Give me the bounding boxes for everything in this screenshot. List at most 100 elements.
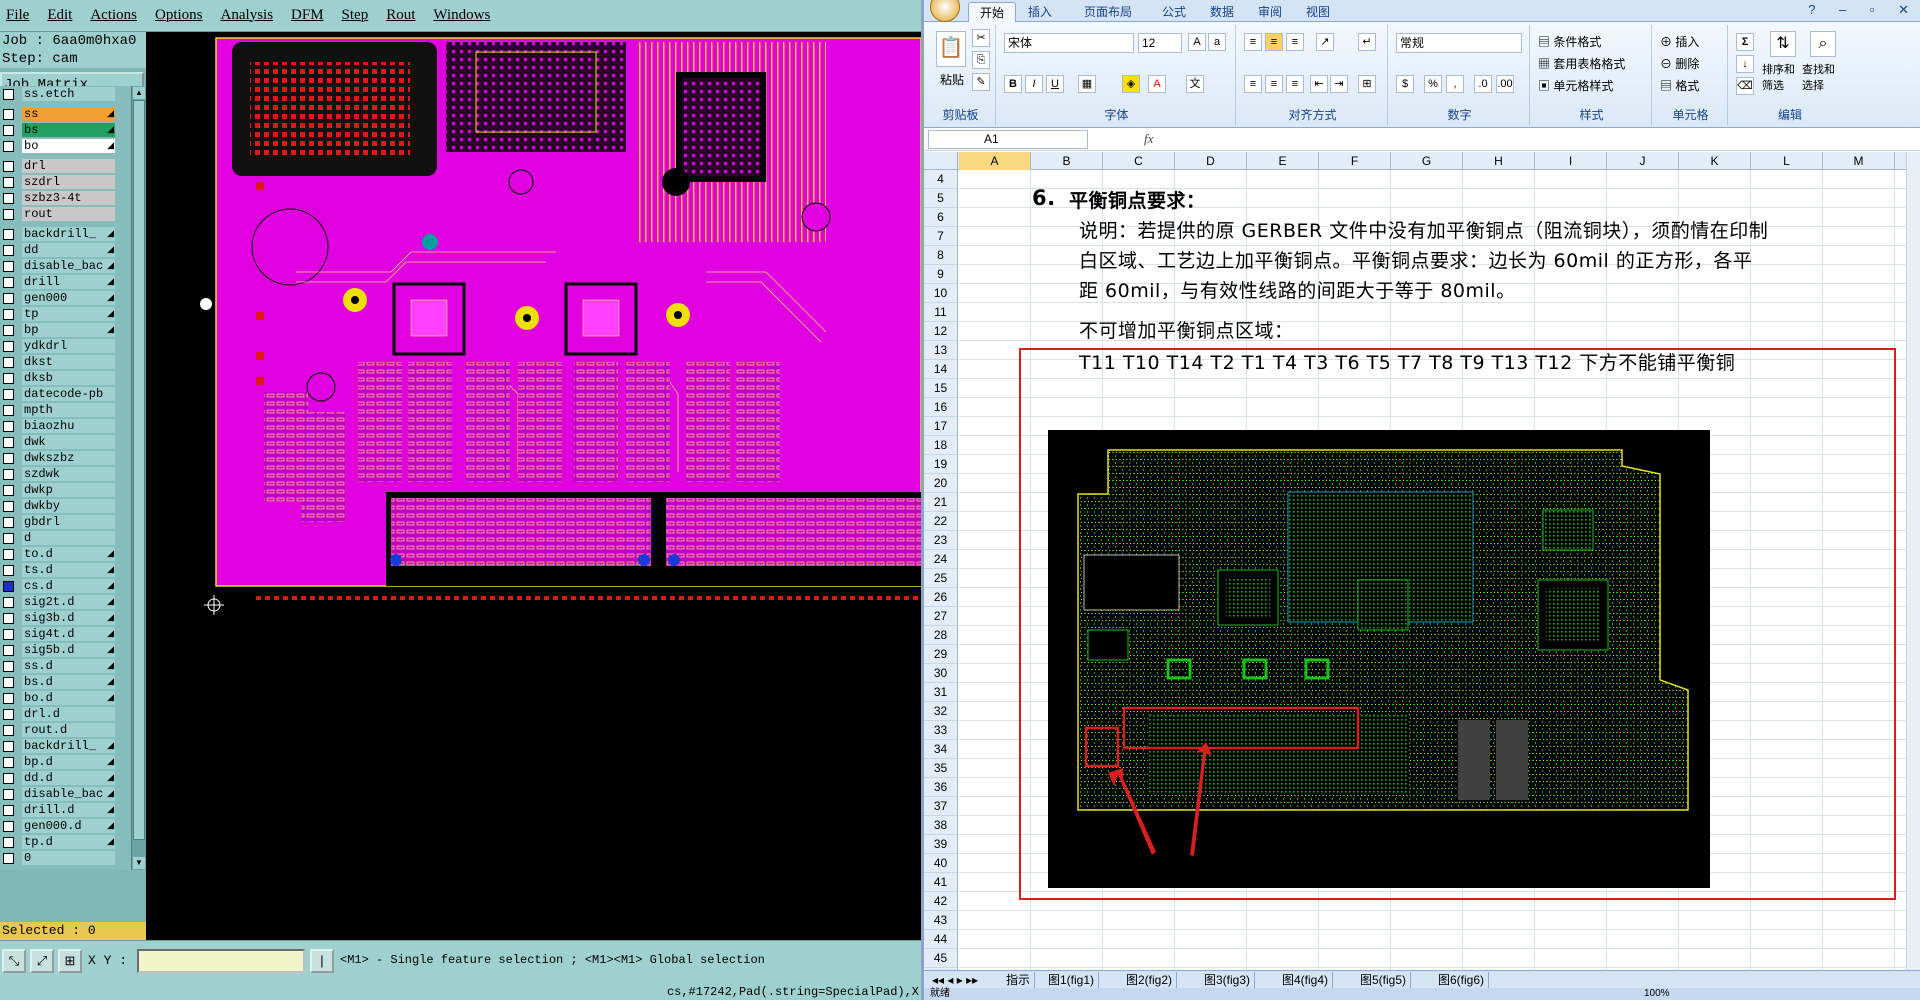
layer-row[interactable]: ss.d ◢ xyxy=(0,658,131,674)
layer-name[interactable]: mpth xyxy=(22,403,115,417)
align-left-icon[interactable]: ≡ xyxy=(1244,75,1262,93)
column-header[interactable]: E xyxy=(1247,152,1319,170)
row-header[interactable]: 4 xyxy=(924,170,957,189)
ribbon-tab[interactable]: 审阅 xyxy=(1250,2,1290,22)
row-header[interactable]: 37 xyxy=(924,797,957,816)
ribbon-tab[interactable]: 页面布局 xyxy=(1072,2,1144,22)
find-select-button[interactable]: 查找和选择 xyxy=(1802,61,1842,93)
row-header[interactable]: 43 xyxy=(924,911,957,930)
menu-item-edit[interactable]: Edit xyxy=(47,7,72,24)
layer-row[interactable]: disable_bac ◢ xyxy=(0,258,131,274)
sheet-tab[interactable]: 图1(fig1) xyxy=(1044,972,1100,988)
row-header[interactable]: 22 xyxy=(924,512,957,531)
layer-name[interactable]: ss xyxy=(22,107,115,121)
layer-row[interactable]: drl.d xyxy=(0,706,131,722)
layer-checkbox[interactable] xyxy=(3,756,14,768)
layer-checkbox[interactable] xyxy=(3,612,14,624)
underline-icon[interactable]: U xyxy=(1046,75,1064,93)
layer-checkbox[interactable] xyxy=(3,548,14,560)
format-as-table-button[interactable]: ▦ 套用表格格式 xyxy=(1538,55,1625,72)
ribbon-tab[interactable]: 插入 xyxy=(1020,2,1060,22)
font-size-select[interactable]: 12 xyxy=(1138,33,1182,53)
sheet-tab[interactable]: 图3(fig3) xyxy=(1200,972,1256,988)
menu-item-rout[interactable]: Rout xyxy=(386,7,415,24)
layer-checkbox[interactable] xyxy=(3,564,14,576)
layer-name[interactable]: datecode-pb xyxy=(22,387,115,401)
layer-checkbox[interactable] xyxy=(3,276,14,288)
row-header[interactable]: 42 xyxy=(924,892,957,911)
vertical-scrollbar[interactable] xyxy=(1906,152,1920,970)
format-painter-icon[interactable]: ✎ xyxy=(972,73,990,91)
italic-icon[interactable]: I xyxy=(1025,75,1043,93)
layer-row[interactable]: drl xyxy=(0,158,131,174)
row-header[interactable]: 34 xyxy=(924,740,957,759)
layer-row[interactable]: disable_bac ◢ xyxy=(0,786,131,802)
row-header[interactable]: 16 xyxy=(924,398,957,417)
find-select-icon[interactable]: ⌕ xyxy=(1810,31,1836,57)
layer-checkbox[interactable] xyxy=(3,772,14,784)
column-header[interactable]: M xyxy=(1823,152,1895,170)
layer-checkbox[interactable] xyxy=(3,404,14,416)
pcb-canvas[interactable] xyxy=(146,32,921,940)
number-format-select[interactable]: 常规 xyxy=(1396,33,1522,53)
layer-row[interactable]: datecode-pb xyxy=(0,386,131,402)
fill-color-icon[interactable]: ◈ xyxy=(1122,75,1140,93)
font-color-icon[interactable]: A xyxy=(1148,75,1166,93)
layer-checkbox[interactable] xyxy=(3,500,14,512)
layer-name[interactable]: disable_bac xyxy=(22,259,115,273)
layer-name[interactable]: sig5b.d xyxy=(22,643,115,657)
sheet-tab[interactable]: 图5(fig5) xyxy=(1356,972,1412,988)
layer-checkbox[interactable] xyxy=(3,468,14,480)
fx-icon[interactable]: fx xyxy=(1144,131,1153,147)
paste-icon[interactable]: 📋 xyxy=(936,31,966,67)
column-header[interactable]: F xyxy=(1319,152,1391,170)
layer-name[interactable]: dd xyxy=(22,243,115,257)
menu-item-options[interactable]: Options xyxy=(155,7,203,24)
layer-row[interactable]: d xyxy=(0,530,131,546)
clear-icon[interactable]: ⌫ xyxy=(1736,77,1754,95)
column-header[interactable]: C xyxy=(1103,152,1175,170)
format-cells-button[interactable]: ▤ 格式 xyxy=(1660,77,1699,94)
layer-checkbox[interactable] xyxy=(3,628,14,640)
column-header[interactable]: A xyxy=(959,152,1031,170)
layer-checkbox[interactable] xyxy=(3,340,14,352)
layer-row[interactable]: bs.d ◢ xyxy=(0,674,131,690)
row-header[interactable]: 31 xyxy=(924,683,957,702)
copy-icon[interactable]: ⎘ xyxy=(972,51,990,69)
layer-name[interactable]: sig3b.d xyxy=(22,611,115,625)
layer-checkbox[interactable] xyxy=(3,372,14,384)
layer-checkbox[interactable] xyxy=(3,88,14,100)
layer-name[interactable]: dwk xyxy=(22,435,115,449)
layer-name[interactable]: rout xyxy=(22,207,115,221)
layer-checkbox[interactable] xyxy=(3,160,14,172)
row-header[interactable]: 15 xyxy=(924,379,957,398)
layer-checkbox[interactable] xyxy=(3,292,14,304)
layer-checkbox[interactable] xyxy=(3,176,14,188)
sheet-tab[interactable]: 图6(fig6) xyxy=(1434,972,1490,988)
conditional-format-button[interactable]: ▤ 条件格式 xyxy=(1538,33,1601,50)
wrap-text-icon[interactable]: ↵ xyxy=(1358,33,1376,51)
layer-checkbox[interactable] xyxy=(3,452,14,464)
row-header[interactable]: 45 xyxy=(924,949,957,968)
row-header[interactable]: 27 xyxy=(924,607,957,626)
row-header[interactable]: 23 xyxy=(924,531,957,550)
layer-name[interactable]: tp.d xyxy=(22,835,115,849)
column-header[interactable]: I xyxy=(1535,152,1607,170)
cell-styles-button[interactable]: ▣ 单元格样式 xyxy=(1538,77,1613,94)
layer-name[interactable]: drill.d xyxy=(22,803,115,817)
zoom-level[interactable]: 100% xyxy=(1644,988,1670,1000)
layer-row[interactable]: ts.d ◢ xyxy=(0,562,131,578)
row-header[interactable]: 29 xyxy=(924,645,957,664)
layer-row[interactable]: szbz3-4t xyxy=(0,190,131,206)
autosum-icon[interactable]: Σ xyxy=(1736,33,1754,51)
align-center-icon[interactable]: ≡ xyxy=(1265,75,1283,93)
select-all-corner[interactable] xyxy=(924,152,958,170)
layer-name[interactable]: dksb xyxy=(22,371,115,385)
layer-row[interactable]: gen000 ◢ xyxy=(0,290,131,306)
fill-icon[interactable]: ↓ xyxy=(1736,55,1754,73)
pipe-icon[interactable]: | xyxy=(310,949,334,973)
layer-row[interactable]: dwkp xyxy=(0,482,131,498)
layer-checkbox[interactable] xyxy=(3,308,14,320)
layer-name[interactable]: cs.d xyxy=(22,579,115,593)
layer-checkbox[interactable] xyxy=(3,260,14,272)
